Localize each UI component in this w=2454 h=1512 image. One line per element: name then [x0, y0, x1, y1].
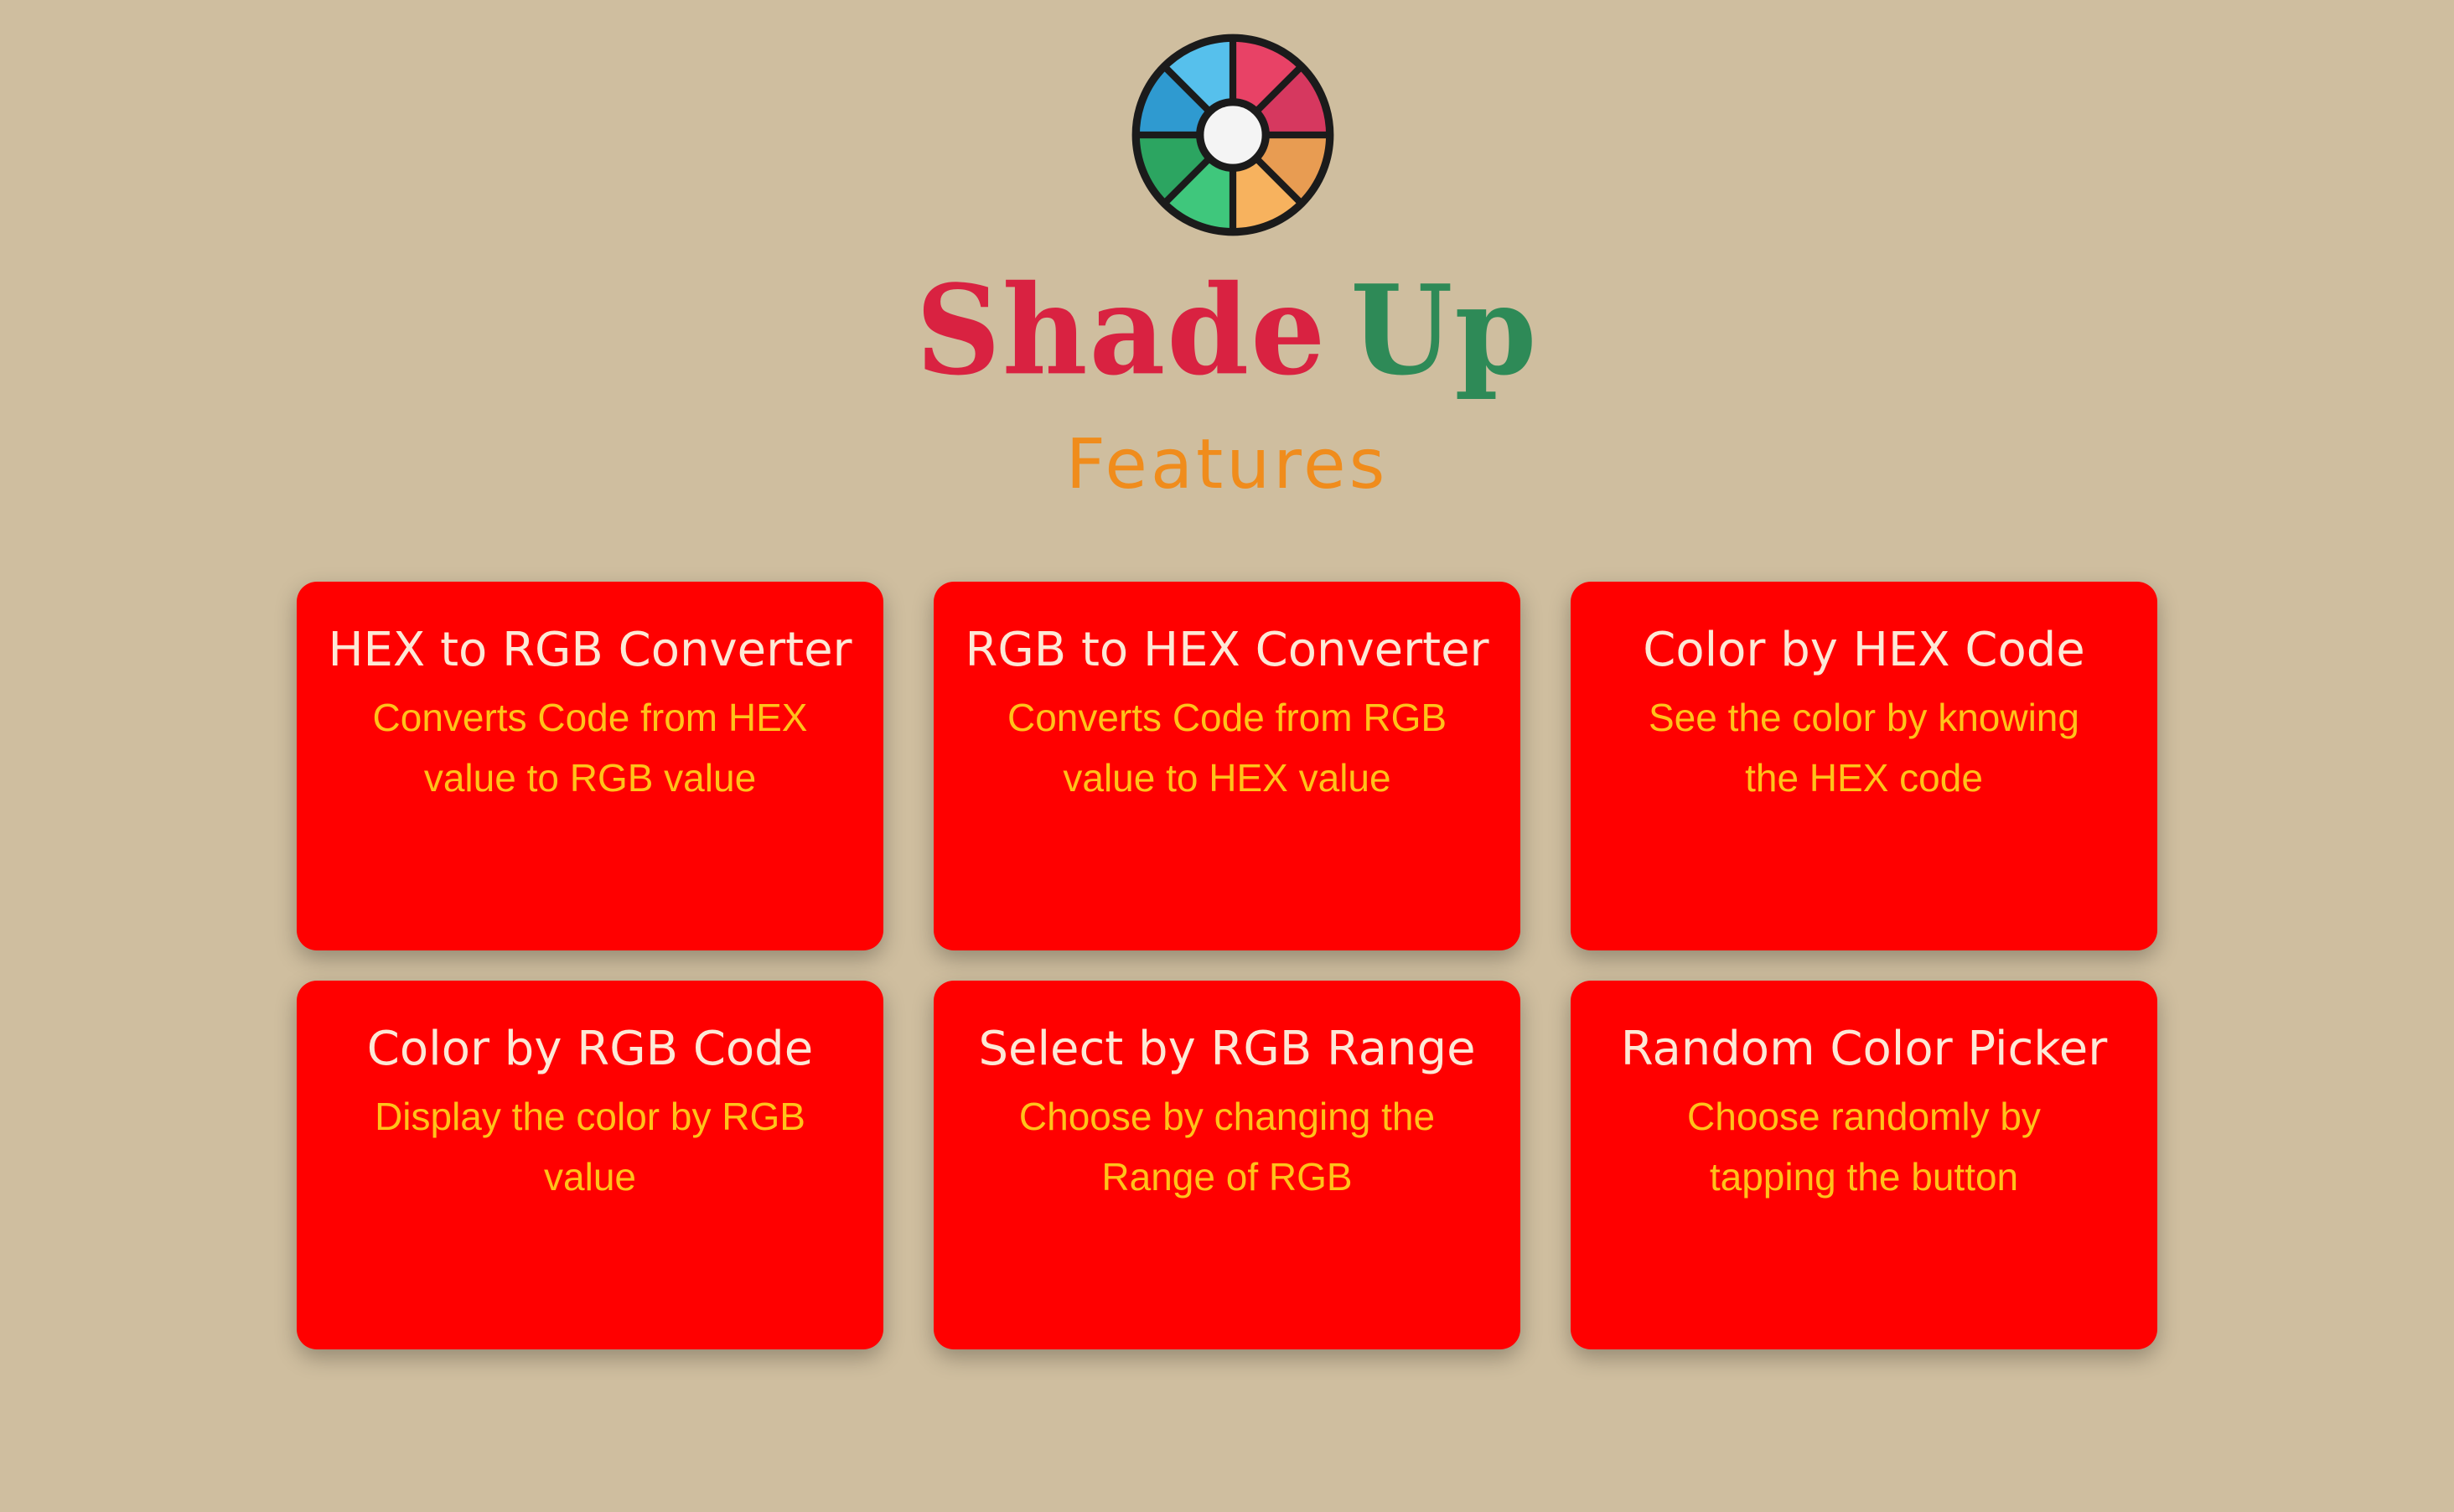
logo [1129, 31, 1337, 239]
feature-card-rgb-to-hex[interactable]: RGB to HEX Converter Converts Code from … [934, 582, 1520, 950]
brand-name-part1: Shade [915, 258, 1328, 404]
feature-card-title: HEX to RGB Converter [328, 623, 852, 677]
feature-card-title: Random Color Picker [1620, 1022, 2108, 1076]
color-wheel-icon [1131, 34, 1334, 236]
brand-name-part2: Up [1350, 258, 1539, 404]
feature-card-description: Choose by changing the Range of RGB [1018, 1095, 1436, 1199]
feature-card-select-by-rgb-range[interactable]: Select by RGB Range Choose by changing t… [934, 981, 1520, 1349]
feature-card-description: See the color by knowing the HEX code [1649, 696, 2079, 800]
feature-card-description: Converts Code from HEX value to RGB valu… [372, 696, 808, 800]
feature-card-description: Choose randomly by tapping the button [1687, 1095, 2041, 1199]
feature-card-random-color-picker[interactable]: Random Color Picker Choose randomly by t… [1571, 981, 2157, 1349]
features-heading: Features [1065, 425, 1389, 505]
feature-card-title: RGB to HEX Converter [965, 623, 1489, 677]
feature-card-color-by-rgb[interactable]: Color by RGB Code Display the color by R… [297, 981, 883, 1349]
feature-card-title: Select by RGB Range [978, 1022, 1476, 1076]
feature-card-title: Color by HEX Code [1643, 623, 2085, 677]
feature-card-hex-to-rgb[interactable]: HEX to RGB Converter Converts Code from … [297, 582, 883, 950]
feature-card-color-by-hex[interactable]: Color by HEX Code See the color by knowi… [1571, 582, 2157, 950]
feature-card-title: Color by RGB Code [366, 1022, 814, 1076]
feature-card-description: Display the color by RGB value [375, 1095, 805, 1199]
brand-title: Shade Up [0, 247, 2454, 415]
feature-card-description: Converts Code from RGB value to HEX valu… [1007, 696, 1447, 800]
